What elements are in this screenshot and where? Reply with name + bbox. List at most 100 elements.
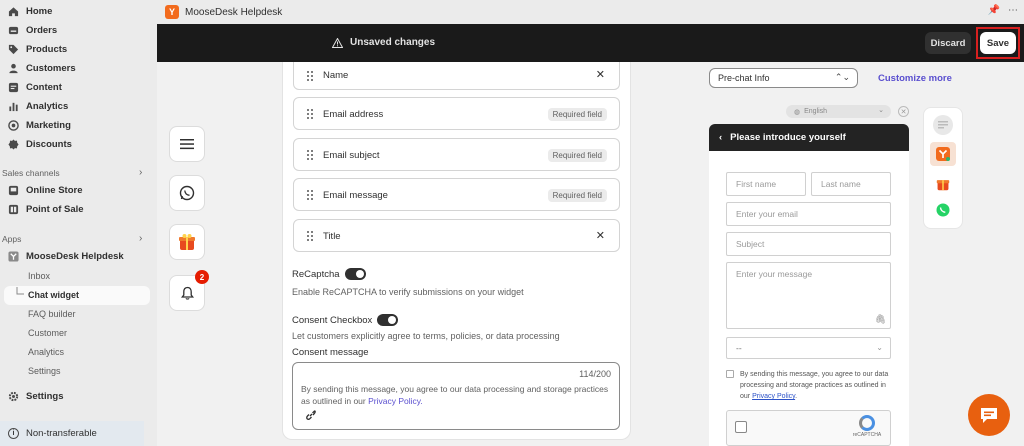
sidebar-item-label: Customers bbox=[26, 63, 76, 74]
sidebar-sub-customer[interactable]: Customer bbox=[28, 328, 67, 338]
sidebar-item-label: Discounts bbox=[26, 139, 72, 150]
bar-chart-icon bbox=[8, 101, 19, 112]
message-icon bbox=[938, 121, 948, 129]
sidebar-sub-inbox[interactable]: Inbox bbox=[28, 271, 50, 281]
sidebar-item-orders[interactable]: Orders bbox=[8, 22, 57, 39]
sidebar-item-point-of-sale[interactable]: Point of Sale bbox=[8, 201, 84, 218]
sidebar-sub-chat-widget[interactable]: Chat widget bbox=[28, 290, 79, 300]
consent-checkbox-label: Consent Checkbox bbox=[292, 314, 373, 326]
sidebar-item-discounts[interactable]: Discounts bbox=[8, 136, 72, 153]
customize-more-link[interactable]: Customize more bbox=[878, 73, 952, 84]
sidebar-item-label: Online Store bbox=[26, 185, 83, 196]
field-row-email-subject[interactable]: Email subject Required field bbox=[293, 138, 620, 171]
privacy-policy-link[interactable]: Privacy Policy. bbox=[368, 396, 423, 406]
discard-button[interactable]: Discard bbox=[925, 32, 971, 54]
apps-heading: Apps bbox=[2, 234, 22, 244]
sidebar-item-content[interactable]: Content bbox=[8, 79, 62, 96]
message-textarea[interactable]: Enter your message 🖇 bbox=[726, 262, 891, 329]
sidebar-sub-faq-builder[interactable]: FAQ builder bbox=[28, 309, 76, 319]
consent-message-label: Consent message bbox=[292, 347, 369, 358]
widget-header: ‹ Please introduce yourself bbox=[709, 124, 909, 151]
sidebar-item-label: Marketing bbox=[26, 120, 71, 131]
whatsapp-icon bbox=[179, 185, 195, 201]
whatsapp-channel-button[interactable] bbox=[169, 175, 205, 211]
info-icon: i bbox=[8, 428, 19, 439]
chevron-right-icon[interactable]: › bbox=[139, 167, 142, 178]
sidebar-item-products[interactable]: Products bbox=[8, 41, 67, 58]
privacy-policy-link[interactable]: Privacy Policy bbox=[752, 393, 795, 400]
person-icon bbox=[8, 63, 19, 74]
message-channel-icon[interactable] bbox=[933, 115, 953, 135]
first-name-input[interactable]: First name bbox=[726, 172, 806, 196]
whatsapp-channel-icon[interactable] bbox=[933, 200, 953, 220]
recaptcha-checkbox[interactable] bbox=[735, 421, 747, 433]
field-row-email-address[interactable]: Email address Required field bbox=[293, 97, 620, 130]
field-label: Email address bbox=[323, 109, 384, 120]
close-preview-icon[interactable]: ✕ bbox=[898, 106, 909, 117]
sidebar-item-home[interactable]: Home bbox=[8, 3, 52, 20]
moosedesk-logo-icon bbox=[936, 147, 950, 161]
preview-view-select[interactable]: Pre-chat Info ⌃⌄ bbox=[709, 68, 858, 88]
sidebar-item-online-store[interactable]: Online Store bbox=[8, 182, 82, 199]
drag-handle-icon[interactable] bbox=[306, 108, 314, 120]
drag-handle-icon[interactable] bbox=[306, 230, 314, 242]
field-row-email-message[interactable]: Email message Required field bbox=[293, 178, 620, 211]
sidebar-item-marketing[interactable]: Marketing bbox=[8, 117, 71, 134]
insert-link-icon[interactable] bbox=[305, 409, 317, 421]
gift-channel-button[interactable] bbox=[169, 224, 205, 260]
attachment-icon[interactable]: 🖇 bbox=[875, 314, 886, 325]
chat-launcher-button[interactable] bbox=[968, 394, 1010, 436]
app-title: MooseDesk Helpdesk bbox=[185, 6, 283, 18]
sidebar-item-label: Point of Sale bbox=[26, 204, 84, 215]
sidebar-item-moosedesk[interactable]: MooseDesk Helpdesk bbox=[8, 248, 124, 265]
drag-handle-icon[interactable] bbox=[306, 70, 314, 82]
drag-handle-icon[interactable] bbox=[306, 149, 314, 161]
moosedesk-channel-icon[interactable] bbox=[930, 142, 956, 166]
gift-channel-icon[interactable] bbox=[933, 174, 953, 194]
subject-input[interactable]: Subject bbox=[726, 232, 891, 256]
sidebar-item-analytics[interactable]: Analytics bbox=[8, 98, 68, 115]
sidebar-item-label: Home bbox=[26, 6, 53, 17]
field-label: Email message bbox=[323, 190, 388, 201]
chevron-down-icon: ⌄ bbox=[876, 343, 883, 352]
menu-channel-button[interactable] bbox=[169, 126, 205, 162]
sidebar-item-customers[interactable]: Customers bbox=[8, 60, 76, 77]
back-chevron-icon[interactable]: ‹ bbox=[719, 132, 722, 143]
sidebar-sub-settings[interactable]: Settings bbox=[28, 366, 61, 376]
hamburger-menu-icon bbox=[180, 139, 194, 150]
save-button[interactable]: Save bbox=[980, 32, 1016, 54]
consent-help-text: Let customers explicitly agree to terms,… bbox=[292, 331, 560, 341]
field-row-name[interactable]: Name ✕ bbox=[293, 62, 620, 90]
remove-field-icon[interactable]: ✕ bbox=[596, 68, 605, 81]
field-row-title[interactable]: Title ✕ bbox=[293, 219, 620, 252]
sidebar-item-settings[interactable]: Settings bbox=[8, 388, 63, 405]
whatsapp-icon bbox=[936, 203, 950, 217]
non-transferable-banner[interactable]: i Non-transferable bbox=[0, 421, 144, 446]
consent-checkbox[interactable] bbox=[726, 370, 734, 378]
consent-message-textarea[interactable]: 114/200 By sending this message, you agr… bbox=[292, 362, 620, 430]
language-value: English bbox=[804, 108, 828, 115]
field-label: Email subject bbox=[323, 150, 380, 161]
sidebar-item-label: Orders bbox=[26, 25, 58, 36]
widget-title: Please introduce yourself bbox=[730, 132, 846, 143]
home-icon bbox=[8, 6, 19, 17]
language-select[interactable]: ◍ English ⌄ bbox=[786, 105, 891, 118]
unsaved-message: Unsaved changes bbox=[350, 37, 436, 48]
select-value: Pre-chat Info bbox=[718, 73, 770, 83]
chevron-right-icon[interactable]: › bbox=[139, 233, 142, 244]
consent-checkbox-toggle[interactable] bbox=[377, 314, 399, 326]
sidebar-sub-analytics[interactable]: Analytics bbox=[28, 347, 64, 357]
pin-icon[interactable]: 📌 bbox=[988, 5, 1000, 16]
select-chevron-icon: ⌃⌄ bbox=[834, 72, 850, 82]
drag-handle-icon[interactable] bbox=[306, 189, 314, 201]
moosedesk-logo-icon: Y bbox=[165, 5, 179, 19]
orders-icon bbox=[8, 25, 19, 36]
more-options-icon[interactable]: ⋯ bbox=[1008, 5, 1018, 16]
character-count: 114/200 bbox=[579, 369, 611, 379]
recaptcha-toggle[interactable] bbox=[344, 268, 366, 280]
email-input[interactable]: Enter your email bbox=[726, 202, 891, 226]
last-name-input[interactable]: Last name bbox=[811, 172, 891, 196]
recaptcha-toggle-row: ReCaptcha bbox=[292, 268, 366, 280]
remove-field-icon[interactable]: ✕ bbox=[596, 229, 605, 242]
dropdown-select[interactable]: -- ⌄ bbox=[726, 337, 891, 359]
